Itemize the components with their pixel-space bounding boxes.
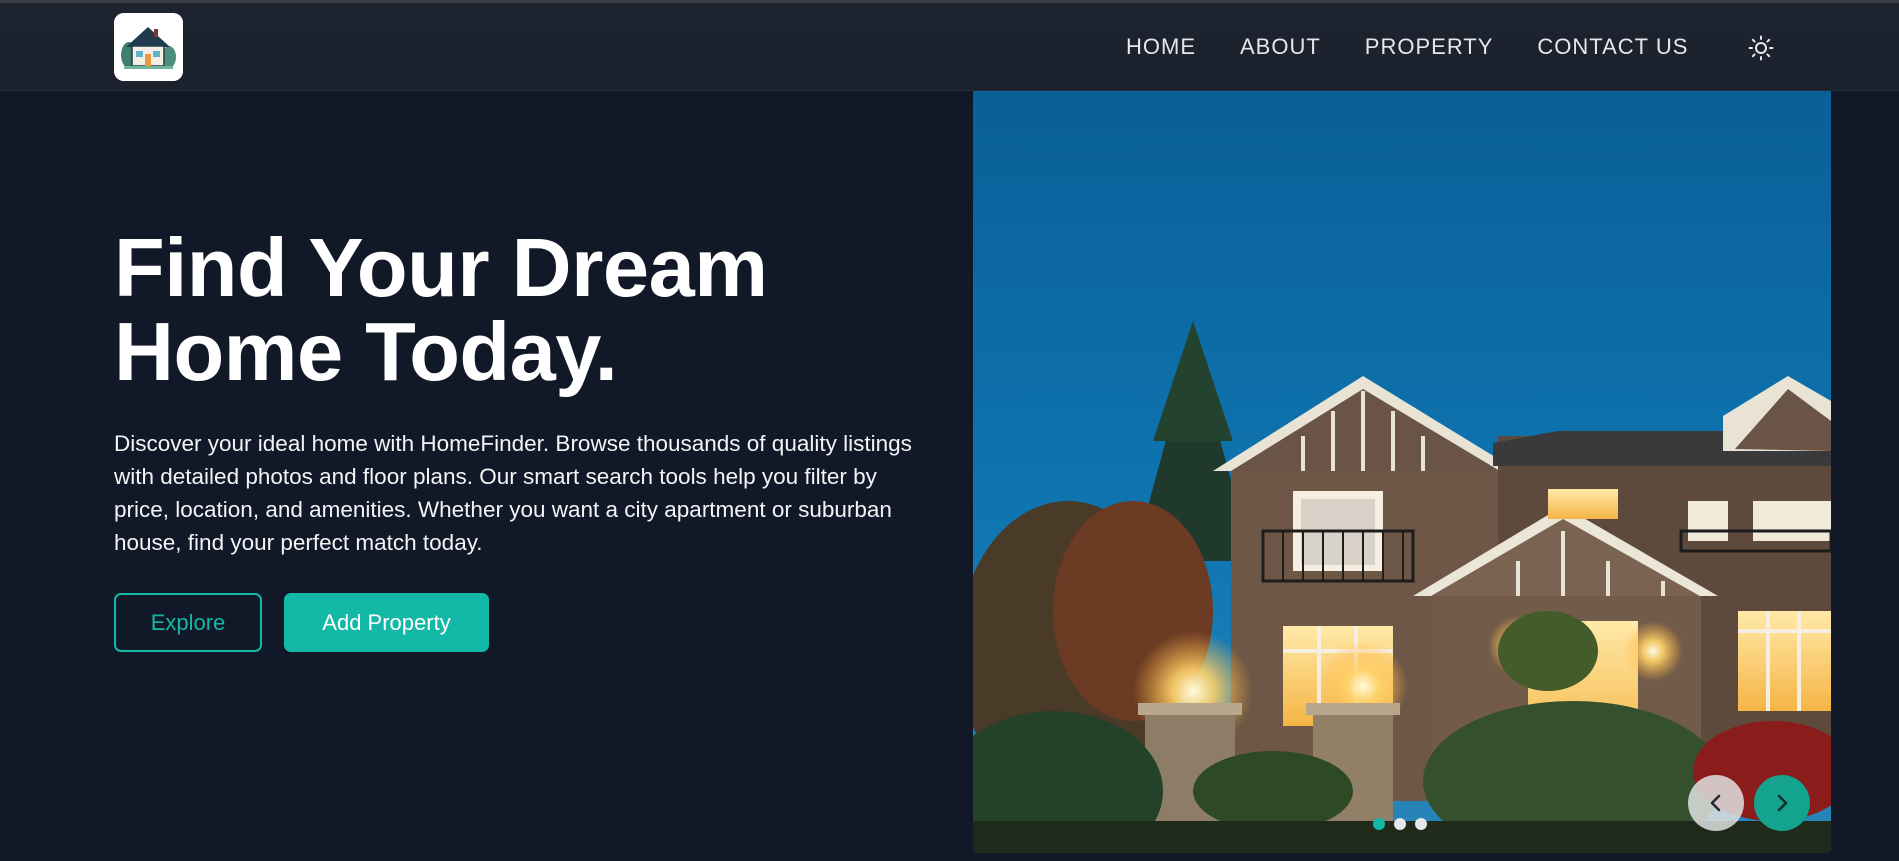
theme-toggle-button[interactable] bbox=[1746, 33, 1776, 63]
nav-links: HOME ABOUT PROPERTY CONTACT US bbox=[1126, 3, 1688, 91]
chevron-left-icon bbox=[1710, 794, 1721, 812]
hero-title-line2: Home Today. bbox=[114, 305, 618, 398]
add-property-button[interactable]: Add Property bbox=[284, 593, 489, 652]
hero-title: Find Your Dream Home Today. bbox=[114, 226, 934, 394]
chevron-right-icon bbox=[1777, 794, 1788, 812]
house-photo bbox=[973, 91, 1831, 853]
navbar: HOME ABOUT PROPERTY CONTACT US bbox=[0, 3, 1899, 91]
carousel-next-button[interactable] bbox=[1754, 775, 1810, 831]
carousel-dot-3[interactable] bbox=[1415, 818, 1427, 830]
hero-description: Discover your ideal home with HomeFinder… bbox=[114, 431, 912, 555]
hero-title-line1: Find Your Dream bbox=[114, 221, 768, 314]
image-carousel bbox=[973, 91, 1831, 853]
carousel-dots bbox=[1373, 818, 1427, 830]
nav-contact-link[interactable]: CONTACT US bbox=[1537, 34, 1688, 60]
explore-button[interactable]: Explore bbox=[114, 593, 262, 652]
nav-property-link[interactable]: PROPERTY bbox=[1365, 34, 1494, 60]
nav-about-link[interactable]: ABOUT bbox=[1240, 34, 1321, 60]
carousel-prev-button[interactable] bbox=[1688, 775, 1744, 831]
sun-icon bbox=[1748, 35, 1774, 61]
carousel-dot-1[interactable] bbox=[1373, 818, 1385, 830]
nav-home-link[interactable]: HOME bbox=[1126, 34, 1196, 60]
carousel-dot-2[interactable] bbox=[1394, 818, 1406, 830]
house-logo-icon[interactable] bbox=[114, 13, 183, 81]
